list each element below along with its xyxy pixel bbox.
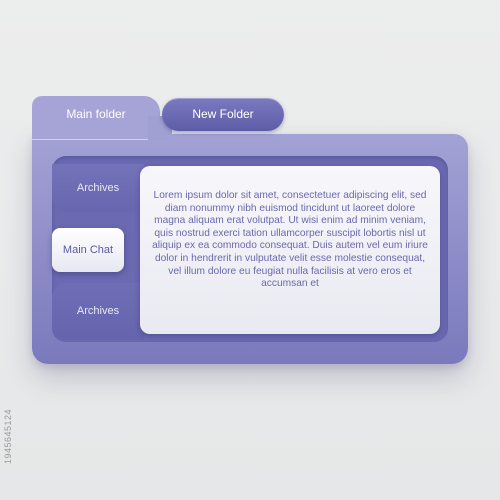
sidebar-item-label: Archives — [76, 182, 120, 194]
sidebar-item-archives-bottom[interactable]: Archives — [52, 283, 144, 340]
new-folder-button[interactable]: New Folder — [162, 98, 284, 131]
sidebar-item-label: Archives — [76, 305, 120, 317]
message-panel: Lorem ipsum dolor sit amet, consectetuer… — [140, 166, 440, 334]
stock-id-text: 1945645124 — [3, 408, 13, 464]
main-folder-tab-label: Main folder — [66, 107, 126, 121]
canvas: Main folder New Folder Archives Main Cha… — [0, 0, 500, 500]
message-text: Lorem ipsum dolor sit amet, consectetuer… — [152, 190, 428, 290]
sidebar-item-main-chat[interactable]: Main Chat — [52, 228, 124, 272]
main-folder-tab[interactable]: Main folder — [32, 96, 172, 140]
sidebar-item-archives-top[interactable]: Archives — [52, 164, 144, 212]
sidebar-item-label: Main Chat — [62, 244, 114, 256]
new-folder-button-label: New Folder — [192, 107, 254, 121]
